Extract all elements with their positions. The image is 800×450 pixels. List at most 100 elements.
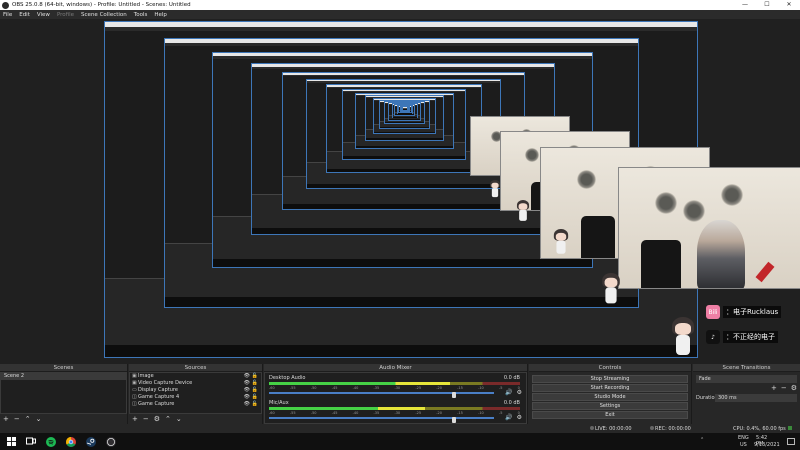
remove-scene-button[interactable]: − (14, 415, 20, 423)
chrome-icon[interactable] (64, 435, 77, 448)
bilibili-handle: ：电子Rucklaus (723, 306, 782, 318)
spotify-icon[interactable] (44, 435, 57, 448)
add-scene-button[interactable]: + (3, 415, 9, 423)
menu-bar: File Edit View Profile Scene Collection … (0, 10, 800, 19)
mixer-track-desktop: Desktop Audio 0.0 dB -60 -55 -50 -45 -40 -35-… (267, 375, 524, 399)
transition-gear-icon[interactable]: ⚙ (791, 384, 797, 392)
start-recording-button[interactable]: Start Recording (532, 384, 688, 392)
mixer-track-mic: Mic/Aux 0.0 dB -60 -55 -50 -45 -40 -35 -30 -25-… (267, 400, 524, 424)
track-db: 0.0 dB (503, 400, 520, 406)
language-us[interactable]: US (740, 442, 747, 448)
rec-status: REC: 00:00:00 (650, 426, 691, 432)
visibility-eye-icon[interactable]: 👁 (244, 401, 250, 407)
menu-edit[interactable]: Edit (19, 12, 30, 18)
source-name: Video Capture Device (138, 380, 193, 387)
visibility-eye-icon[interactable]: 👁 (244, 373, 250, 379)
transition-select[interactable]: Fade (696, 375, 797, 383)
status-bar: LIVE: 00:00:00 REC: 00:00:00 CPU: 0.4%, … (0, 424, 800, 433)
controls-title: Controls (529, 364, 691, 372)
source-item[interactable]: ◫ Game Capture 👁 🔓 (130, 400, 261, 407)
move-source-up-button[interactable]: ⌃ (165, 415, 171, 423)
tray-overflow-arrow[interactable]: ⌃ (700, 437, 704, 443)
unlock-icon[interactable]: 🔓 (252, 380, 258, 386)
menu-view[interactable]: View (37, 12, 50, 18)
tiktok-overlay: ♪ ：不正经的电子 (706, 330, 778, 344)
notification-icon[interactable] (784, 435, 797, 448)
track-name: Desktop Audio (269, 375, 306, 381)
unlock-icon[interactable]: 🔓 (252, 387, 258, 393)
gaming-chair (641, 240, 681, 288)
exit-button[interactable]: Exit (532, 411, 688, 419)
unlock-icon[interactable]: 🔓 (252, 394, 258, 400)
speaker-icon[interactable]: 🔊 (505, 414, 512, 421)
scene-transitions-dock: Scene Transitions Fade + − ⚙ Duration 30… (693, 364, 800, 424)
anime-avatar (553, 229, 570, 255)
task-view-icon[interactable] (24, 435, 37, 448)
audio-mixer-dock: Audio Mixer Desktop Audio 0.0 dB -60 -55-… (264, 364, 528, 424)
visibility-eye-icon[interactable]: 👁 (244, 387, 250, 393)
volume-slider-handle[interactable] (451, 417, 456, 423)
source-item[interactable]: ▣ Image 👁 🔓 (130, 373, 261, 380)
mixer-body: Desktop Audio 0.0 dB -60 -55 -50 -45 -40 -35-… (264, 372, 527, 424)
minimize-button[interactable]: — (734, 0, 756, 10)
sources-list[interactable]: ▣ Image 👁 🔓 ▣ Video Capture Device 👁 🔓 ▭… (129, 372, 262, 414)
anime-avatar (489, 180, 501, 198)
windows-start-icon[interactable] (5, 435, 18, 448)
windows-taskbar: ⌃ ENG US 5:42 PM 9/13/2021 (0, 433, 800, 450)
window-title: OBS 25.0.8 (64-bit, windows) - Profile: … (12, 2, 191, 8)
menu-help[interactable]: Help (154, 12, 167, 18)
anime-avatar (601, 273, 622, 305)
sources-dock: Sources ▣ Image 👁 🔓 ▣ Video Capture Devi… (129, 364, 263, 424)
move-scene-down-button[interactable]: ⌄ (36, 415, 42, 423)
source-name: Game Capture (138, 400, 175, 407)
remove-transition-button[interactable]: − (781, 384, 787, 392)
source-item[interactable]: ▣ Video Capture Device 👁 🔓 (130, 380, 261, 387)
add-transition-button[interactable]: + (771, 384, 777, 392)
remove-source-button[interactable]: − (143, 415, 149, 423)
settings-button[interactable]: Settings (532, 402, 688, 410)
volume-slider[interactable] (269, 417, 494, 423)
window-titlebar: OBS 25.0.8 (64-bit, windows) - Profile: … (0, 0, 800, 10)
obs-taskbar-icon[interactable] (104, 435, 117, 448)
bilibili-overlay: Bili ：电子Rucklaus (706, 305, 782, 319)
source-item[interactable]: ▭ Display Capture 👁 🔓 (130, 387, 261, 394)
volume-slider-handle[interactable] (451, 392, 456, 398)
controls-dock: Controls Stop Streaming Start Recording … (529, 364, 692, 424)
cpu-status: CPU: 0.4%, 60.00 fps (733, 426, 792, 432)
visibility-eye-icon[interactable]: 👁 (244, 380, 250, 386)
unlock-icon[interactable]: 🔓 (252, 401, 258, 407)
bilibili-icon: Bili (706, 305, 720, 319)
clock-date[interactable]: 9/13/2021 (754, 442, 780, 448)
close-button[interactable]: ✕ (778, 0, 800, 10)
move-source-down-button[interactable]: ⌄ (176, 415, 182, 423)
menu-scene-collection[interactable]: Scene Collection (81, 12, 127, 18)
volume-slider[interactable] (269, 392, 494, 398)
duration-input[interactable]: 300 ms (715, 394, 797, 402)
scenes-list[interactable]: Scene 2 (0, 372, 127, 414)
mixer-gear-icon[interactable]: ⚙ (517, 414, 522, 421)
menu-profile[interactable]: Profile (57, 12, 74, 18)
mixer-gear-icon[interactable]: ⚙ (517, 389, 522, 396)
move-scene-up-button[interactable]: ⌃ (25, 415, 31, 423)
visibility-eye-icon[interactable]: 👁 (244, 394, 250, 400)
source-item[interactable]: ◫ Game Capture 4 👁 🔓 (130, 393, 261, 400)
porthole-decor (577, 170, 596, 189)
fader-row: 🔊 ⚙ (269, 389, 522, 398)
speaker-icon[interactable]: 🔊 (505, 389, 512, 396)
menu-tools[interactable]: Tools (134, 12, 148, 18)
preview-canvas[interactable]: Bili ：电子Rucklaus ♪ ：不正经的电子 (0, 19, 800, 364)
add-source-button[interactable]: + (132, 415, 138, 423)
scenes-dock-title: Scenes (0, 364, 127, 372)
track-db: 0.0 dB (503, 375, 520, 381)
menu-file[interactable]: File (3, 12, 12, 18)
source-properties-gear-icon[interactable]: ⚙ (154, 415, 160, 423)
language-eng[interactable]: ENG (738, 435, 749, 441)
stop-streaming-button[interactable]: Stop Streaming (532, 375, 688, 383)
scene-item[interactable]: Scene 2 (1, 373, 126, 380)
maximize-button[interactable]: ☐ (756, 0, 778, 10)
unlock-icon[interactable]: 🔓 (252, 373, 258, 379)
steam-icon[interactable] (84, 435, 97, 448)
studio-mode-button[interactable]: Studio Mode (532, 393, 688, 401)
source-name: Display Capture (138, 386, 178, 393)
porthole-decor (525, 148, 539, 162)
